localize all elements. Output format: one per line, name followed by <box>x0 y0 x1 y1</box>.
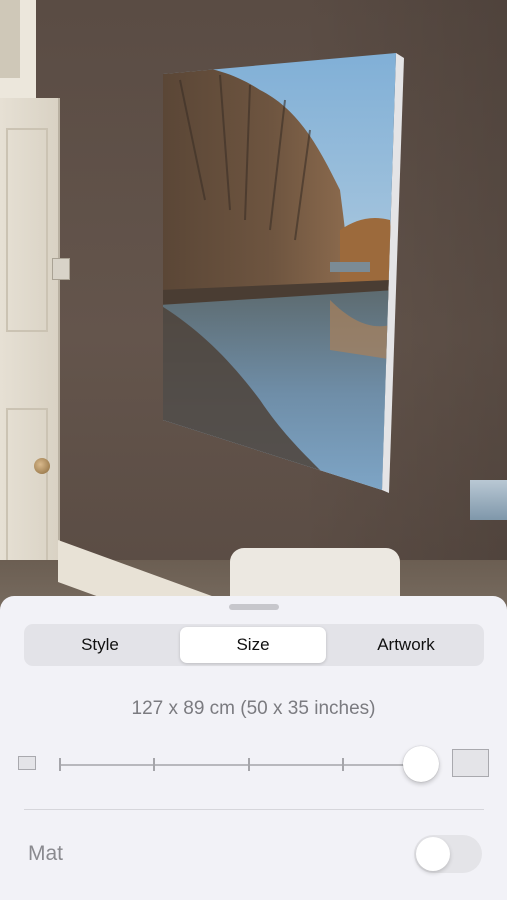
tab-artwork[interactable]: Artwork <box>333 627 479 663</box>
slider-tick <box>342 758 344 771</box>
mat-label: Mat <box>28 842 64 865</box>
mat-toggle-knob[interactable] <box>416 837 450 871</box>
tab-style[interactable]: Style <box>27 627 173 663</box>
small-frame-icon <box>18 756 36 770</box>
settings-sheet: Style Size Artwork 127 x 89 cm (50 x 35 … <box>0 596 507 900</box>
large-frame-icon <box>452 749 489 777</box>
slider-tick <box>59 758 61 771</box>
ar-camera-view[interactable] <box>0 0 507 610</box>
size-slider-thumb[interactable] <box>403 746 439 782</box>
slider-tick <box>248 758 250 771</box>
artwork-preview[interactable] <box>0 0 507 610</box>
mat-toggle[interactable] <box>414 835 482 873</box>
divider <box>24 809 484 810</box>
tab-bar: Style Size Artwork <box>24 624 484 666</box>
sheet-grabber[interactable] <box>229 604 279 610</box>
size-readout: 127 x 89 cm (50 x 35 inches) <box>131 698 376 719</box>
slider-tick <box>153 758 155 771</box>
tab-size[interactable]: Size <box>180 627 326 663</box>
size-slider-track[interactable] <box>60 764 422 766</box>
